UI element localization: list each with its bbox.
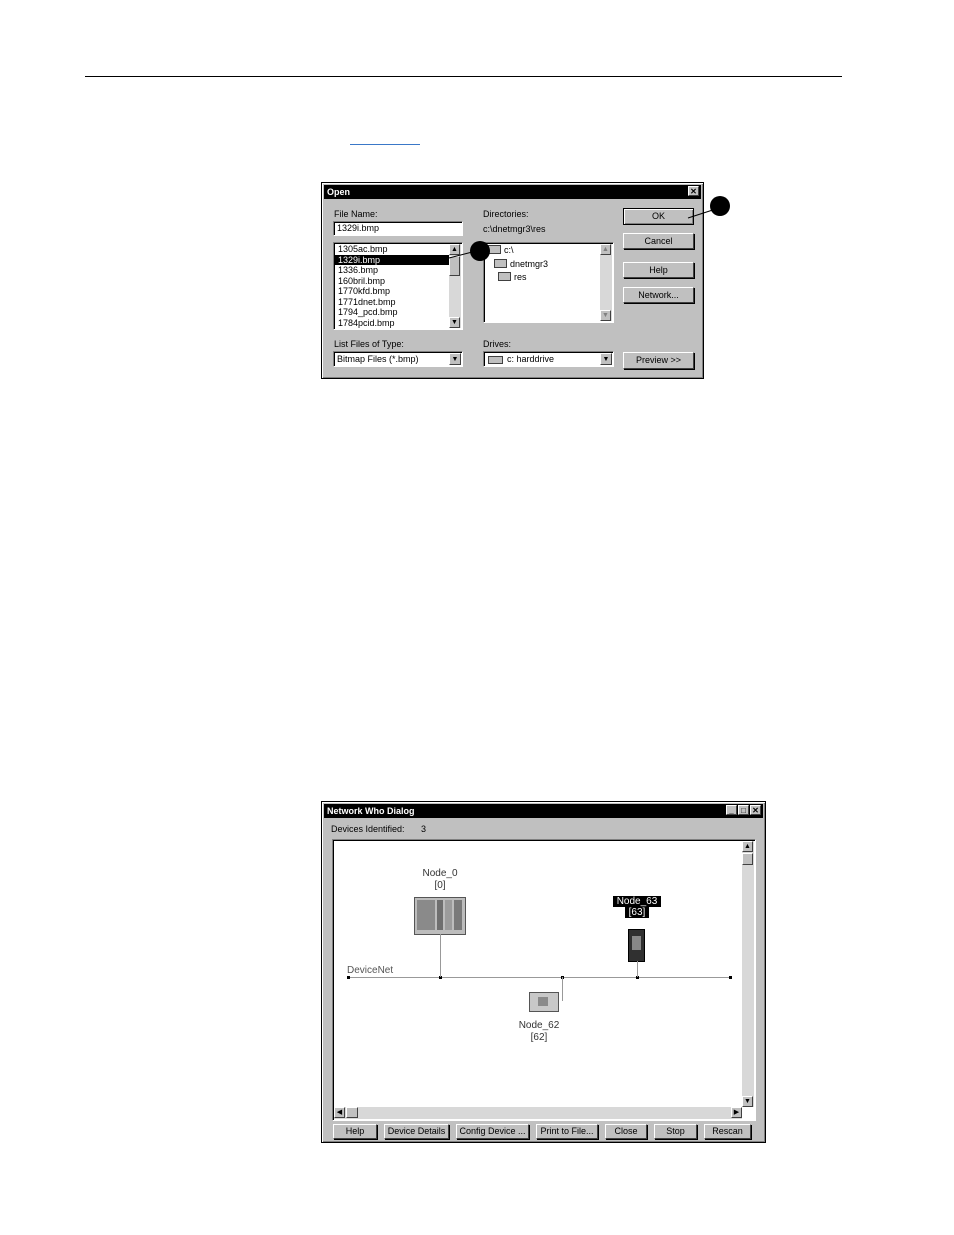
canvas-vertical-scrollbar[interactable]: ▲ ▼ <box>742 841 754 1107</box>
device-details-button[interactable]: Device Details <box>384 1124 449 1139</box>
network-label: DeviceNet <box>347 965 394 976</box>
file-list-item[interactable]: 1770kfd.bmp <box>335 286 449 297</box>
scroll-up-icon[interactable]: ▲ <box>742 841 753 852</box>
node-drop-line <box>440 934 441 977</box>
dir-item-res[interactable]: res <box>488 272 548 283</box>
who-dialog-title: Network Who Dialog <box>327 806 415 816</box>
file-name-label: File Name: <box>334 209 378 219</box>
scroll-down-icon[interactable]: ▼ <box>600 310 611 321</box>
network-canvas[interactable]: DeviceNet Node_0 [0] Node_63 [63] Node_6… <box>332 839 756 1121</box>
list-type-select[interactable]: Bitmap Files (*.bmp) ▼ <box>333 351 463 367</box>
file-name-value: 1329i.bmp <box>337 223 380 233</box>
drives-label: Drives: <box>483 339 512 349</box>
node-address: [62] <box>530 1032 548 1043</box>
scroll-down-icon[interactable]: ▼ <box>449 317 460 328</box>
node-drop-line <box>562 977 563 1001</box>
node-drop-line <box>637 961 638 977</box>
file-list-item[interactable]: 1305ac.bmp <box>335 244 449 255</box>
file-list-item[interactable]: 1329i.bmp <box>335 254 449 265</box>
network-who-dialog: Network Who Dialog _ □ ✕ Devices Identif… <box>321 801 766 1143</box>
scroll-right-icon[interactable]: ▶ <box>731 1107 742 1118</box>
preview-button[interactable]: Preview >> <box>623 352 694 369</box>
rescan-button[interactable]: Rescan <box>704 1124 751 1139</box>
callout-marker-file <box>470 241 490 261</box>
bus-tap <box>347 976 350 979</box>
list-type-value: Bitmap Files (*.bmp) <box>337 354 419 364</box>
scroll-left-icon[interactable]: ◀ <box>334 1107 345 1118</box>
close-button[interactable]: Close <box>605 1124 647 1139</box>
scroll-thumb[interactable] <box>346 1107 358 1118</box>
open-dialog-title: Open <box>327 187 351 197</box>
close-icon[interactable]: ✕ <box>750 805 761 815</box>
network-button[interactable]: Network... <box>623 287 694 303</box>
file-list-item[interactable]: 1784pcid.bmp <box>335 318 449 329</box>
adapter-module-icon[interactable] <box>529 992 559 1012</box>
bus-tap <box>729 976 732 979</box>
hyperlink-underline[interactable] <box>350 144 420 145</box>
page-header-rule <box>85 76 842 77</box>
drive-value: c: harddrive <box>507 354 555 364</box>
maximize-icon[interactable]: □ <box>738 805 749 815</box>
scanner-module-icon[interactable] <box>628 929 645 962</box>
list-type-label: List Files of Type: <box>334 339 404 349</box>
network-bus-line <box>348 977 731 978</box>
canvas-horizontal-scrollbar[interactable]: ◀ ▶ <box>334 1107 742 1119</box>
devices-identified-count: 3 <box>421 824 427 834</box>
chevron-down-icon[interactable]: ▼ <box>600 353 612 365</box>
devices-identified-label: Devices Identified: <box>331 824 405 834</box>
file-list-item[interactable]: 1794_pcd.bmp <box>335 307 449 318</box>
who-help-button[interactable]: Help <box>333 1124 377 1139</box>
file-list-item[interactable]: 1771dnet.bmp <box>335 297 449 308</box>
node-name: Node_62 <box>518 1020 560 1031</box>
stop-button[interactable]: Stop <box>654 1124 697 1139</box>
scroll-down-icon[interactable]: ▼ <box>742 1096 753 1107</box>
config-device-button[interactable]: Config Device ... <box>456 1124 529 1139</box>
node-address: [0] <box>434 880 446 891</box>
node-address: [63] <box>625 907 649 918</box>
callout-marker-ok <box>710 196 730 216</box>
node-name: Node_0 <box>422 868 458 879</box>
file-list-item[interactable]: 160bril.bmp <box>335 276 449 287</box>
hard-drive-icon <box>488 355 503 364</box>
chevron-down-icon[interactable]: ▼ <box>449 353 461 365</box>
scroll-thumb[interactable] <box>742 853 753 865</box>
drives-select[interactable]: c: harddrive ▼ <box>483 351 614 367</box>
print-to-file-button[interactable]: Print to File... <box>536 1124 598 1139</box>
plc-rack-icon[interactable] <box>414 897 466 935</box>
minimize-icon[interactable]: _ <box>726 805 737 815</box>
open-folder-icon <box>498 272 511 282</box>
who-dialog-title-bar: Network Who Dialog _ □ ✕ <box>324 804 763 818</box>
file-list-item[interactable]: 1336.bmp <box>335 265 449 276</box>
node-name: Node_63 <box>613 896 661 907</box>
drive-value-wrap: c: harddrive <box>488 354 554 364</box>
